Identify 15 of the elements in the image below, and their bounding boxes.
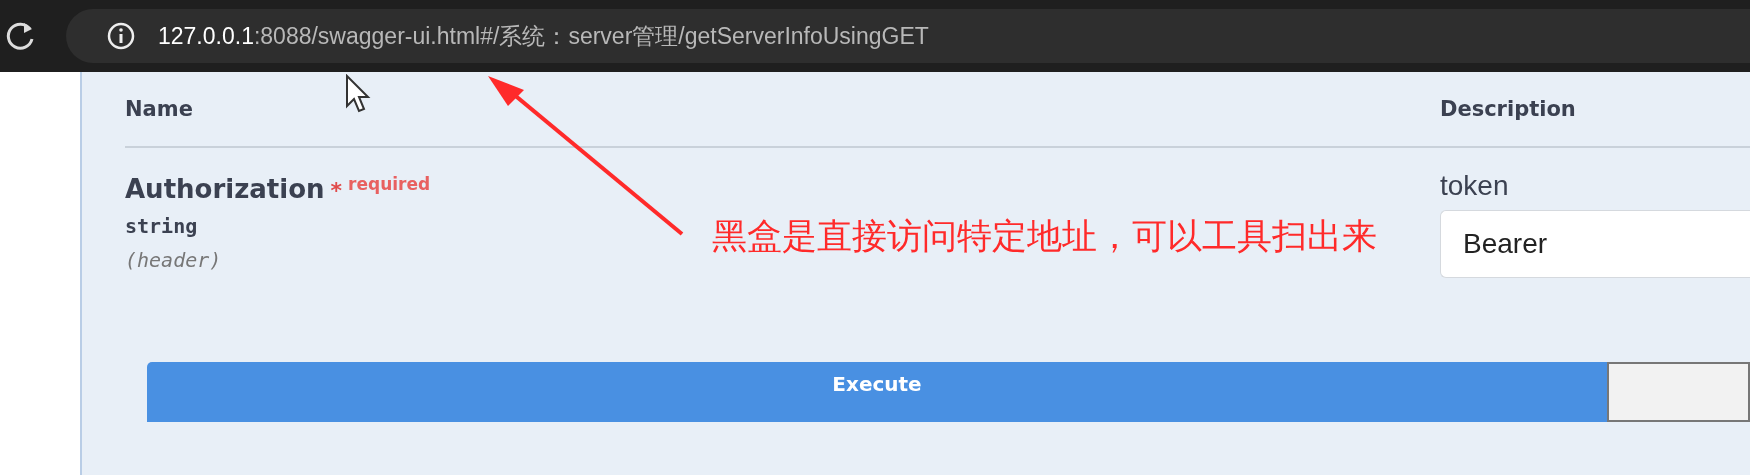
- parameter-type: string: [125, 214, 198, 238]
- required-mark: *: [330, 177, 343, 203]
- mouse-cursor-icon: [345, 74, 371, 114]
- parameter-location: (header): [125, 248, 222, 272]
- input-field[interactable]: Bearer: [1440, 210, 1750, 278]
- parameter-description: token: [1440, 170, 1509, 202]
- annotation-text: 黑盒是直接访问特定地址，可以工具扫出来: [712, 215, 1377, 258]
- parameter-name: Authorization: [125, 174, 325, 204]
- column-header: Description: [1440, 97, 1576, 121]
- info-icon[interactable]: [106, 21, 136, 51]
- url-text: 127.0.0.1:8088/swagger-ui.html#/系统：server管理/getServerInfoUsingGET: [158, 21, 929, 51]
- required-label: required: [348, 174, 431, 194]
- address-bar[interactable]: 127.0.0.1:8088/swagger-ui.html#/系统：server管理/getServerInfoUsingGET: [66, 9, 1750, 63]
- arrow-icon: [486, 74, 686, 238]
- column-header: Name: [125, 97, 193, 121]
